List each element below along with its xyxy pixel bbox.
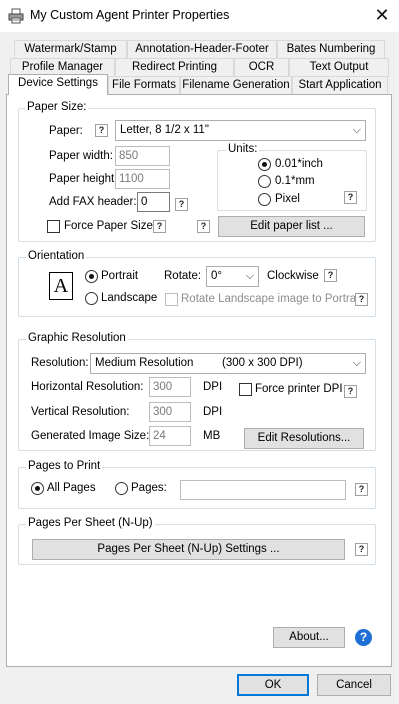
resolution-select-dpi: (300 x 300 DPI): [222, 357, 303, 369]
force-paper-size-checkbox[interactable]: [47, 220, 60, 233]
window-title: My Custom Agent Printer Properties: [30, 8, 230, 22]
image-size-unit: MB: [203, 430, 221, 442]
paper-size-label: Paper Size:: [25, 101, 89, 113]
pages-to-print-label: Pages to Print: [26, 460, 103, 472]
portrait-page-icon: A: [49, 272, 73, 300]
force-paper-size-label: Force Paper Size: [64, 220, 153, 232]
paper-width-label: Paper width:: [49, 150, 113, 162]
tab-watermark-stamp[interactable]: Watermark/Stamp: [14, 40, 127, 59]
horizontal-resolution-label: Horizontal Resolution:: [31, 381, 144, 393]
landscape-label: Landscape: [101, 292, 158, 304]
rotate-select-value: 0°: [211, 270, 222, 282]
force-printer-dpi-label: Force printer DPI: [255, 383, 343, 395]
chevron-down-icon: ⌵: [352, 124, 361, 136]
units-help-icon[interactable]: ?: [344, 191, 357, 204]
paper-width-field[interactable]: 850: [115, 146, 170, 166]
rotate-select[interactable]: 0° ⌵: [206, 266, 259, 287]
force-paper-help-icon[interactable]: ?: [153, 220, 166, 233]
pages-help-icon[interactable]: ?: [355, 483, 368, 496]
paper-select-value: Letter, 8 1/2 x 11": [120, 124, 209, 136]
help-circle-icon[interactable]: ?: [355, 629, 372, 646]
pages-radio[interactable]: [115, 482, 128, 495]
nup-label: Pages Per Sheet (N-Up): [26, 517, 155, 529]
rotate-landscape-label: Rotate Landscape image to Portrait: [181, 293, 362, 305]
portrait-radio[interactable]: [85, 270, 98, 283]
fax-header-field[interactable]: 0: [137, 192, 170, 212]
edit-resolutions-button[interactable]: Edit Resolutions...: [244, 428, 364, 449]
force-printer-dpi-checkbox[interactable]: [239, 383, 252, 396]
rotate-label: Rotate:: [164, 270, 202, 282]
all-pages-radio[interactable]: [31, 482, 44, 495]
landscape-radio[interactable]: [85, 292, 98, 305]
cancel-button[interactable]: Cancel: [317, 674, 391, 696]
unit-inch-label: 0.01*inch: [275, 158, 323, 170]
paper-select[interactable]: Letter, 8 1/2 x 11" ⌵: [115, 120, 366, 141]
tab-text-output[interactable]: Text Output: [289, 58, 389, 77]
horizontal-dpi-unit: DPI: [203, 381, 223, 393]
pages-range-field[interactable]: [180, 480, 346, 500]
graphic-resolution-label: Graphic Resolution: [26, 332, 128, 344]
portrait-label: Portrait: [101, 270, 139, 282]
printer-icon: [8, 8, 24, 24]
resolution-select[interactable]: Medium Resolution (300 x 300 DPI) ⌵: [90, 353, 366, 374]
rotate-landscape-help-icon[interactable]: ?: [355, 293, 368, 306]
unit-mm-label: 0.1*mm: [275, 175, 315, 187]
unit-mm-radio[interactable]: [258, 175, 271, 188]
about-button[interactable]: About...: [273, 627, 345, 648]
chevron-down-icon: ⌵: [245, 270, 254, 282]
fax-header-label: Add FAX header:: [49, 196, 137, 208]
paper-height-label: Paper height:: [49, 173, 118, 185]
ok-button[interactable]: OK: [237, 674, 309, 696]
image-size-label: Generated Image Size:: [31, 430, 150, 442]
paper-label: Paper:: [49, 125, 83, 137]
rotate-help-icon[interactable]: ?: [324, 269, 337, 282]
units-label: Units:: [226, 143, 260, 155]
rotate-landscape-checkbox[interactable]: [165, 293, 178, 306]
tab-bates-numbering[interactable]: Bates Numbering: [277, 40, 385, 59]
paper-section-help-icon[interactable]: ?: [197, 220, 210, 233]
vertical-dpi-unit: DPI: [203, 406, 223, 418]
nup-settings-button[interactable]: Pages Per Sheet (N-Up) Settings ...: [32, 539, 345, 560]
title-bar: My Custom Agent Printer Properties ✕: [0, 0, 399, 32]
paper-height-field[interactable]: 1100: [115, 169, 170, 189]
tab-filename-generation[interactable]: Filename Generation: [180, 76, 292, 95]
tab-file-formats[interactable]: File Formats: [108, 76, 180, 95]
paper-help-icon[interactable]: ?: [95, 124, 108, 137]
tab-ocr[interactable]: OCR: [234, 58, 289, 77]
tab-start-application[interactable]: Start Application: [292, 76, 388, 95]
fax-help-icon[interactable]: ?: [175, 198, 188, 211]
resolution-select-value: Medium Resolution: [95, 357, 194, 369]
vertical-resolution-label: Vertical Resolution:: [31, 406, 130, 418]
unit-inch-radio[interactable]: [258, 158, 271, 171]
unit-pixel-radio[interactable]: [258, 193, 271, 206]
tab-device-settings[interactable]: Device Settings: [8, 74, 108, 95]
close-icon[interactable]: ✕: [372, 5, 392, 25]
unit-pixel-label: Pixel: [275, 193, 300, 205]
tab-redirect-printing[interactable]: Redirect Printing: [115, 58, 234, 77]
tab-annotation-header-footer[interactable]: Annotation-Header-Footer: [127, 40, 277, 59]
edit-paper-list-button[interactable]: Edit paper list ...: [218, 216, 365, 237]
vertical-resolution-field[interactable]: 300: [149, 402, 191, 422]
clockwise-label: Clockwise: [267, 270, 319, 282]
horizontal-resolution-field[interactable]: 300: [149, 377, 191, 397]
chevron-down-icon: ⌵: [352, 357, 361, 369]
force-dpi-help-icon[interactable]: ?: [344, 385, 357, 398]
resolution-label: Resolution:: [31, 357, 89, 369]
all-pages-label: All Pages: [47, 482, 96, 494]
orientation-label: Orientation: [26, 250, 87, 262]
nup-help-icon[interactable]: ?: [355, 543, 368, 556]
pages-label: Pages:: [131, 482, 167, 494]
image-size-field[interactable]: 24: [149, 426, 191, 446]
